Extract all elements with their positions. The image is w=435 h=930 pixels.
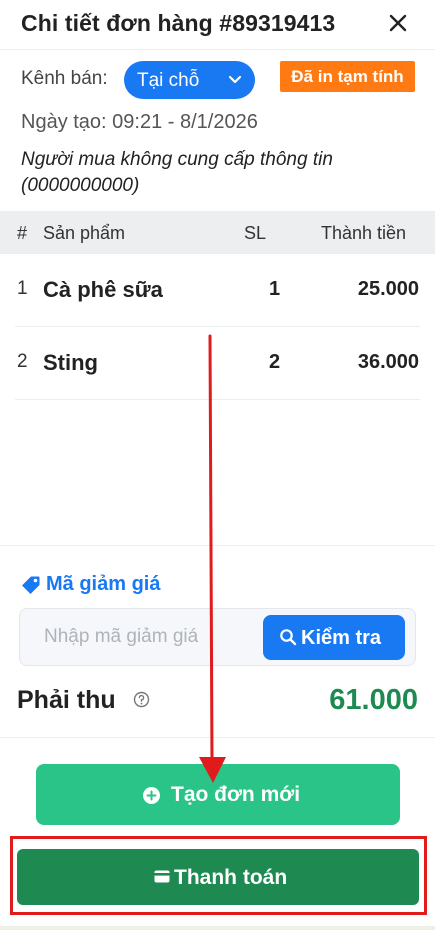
check-discount-label: Kiểm tra (301, 627, 382, 649)
header: Chi tiết đơn hàng #89319413 (0, 0, 435, 50)
column-index: # (17, 223, 28, 243)
card-icon (154, 870, 170, 883)
tag-icon (22, 576, 40, 594)
discount-box: Kiểm tra (19, 608, 416, 666)
help-icon[interactable] (133, 691, 150, 708)
discount-label-text: Mã giảm giá (46, 573, 161, 595)
column-total: Thành tiền (321, 223, 407, 243)
discount-code-input[interactable] (32, 619, 257, 655)
divider (0, 737, 435, 738)
pay-button[interactable]: Thanh toán (17, 849, 419, 905)
row-product-name: Cà phê sữa (43, 277, 163, 302)
row-total: 36.000 (357, 351, 419, 373)
chevron-down-icon (228, 75, 242, 84)
row-index: 2 (17, 351, 28, 372)
divider (0, 545, 435, 546)
plus-circle-icon (143, 787, 160, 804)
bottom-edge (0, 926, 435, 930)
check-discount-button[interactable]: Kiểm tra (263, 615, 405, 660)
channel-label: Kênh bán: (21, 68, 108, 89)
table-header: # Sản phẩm SL Thành tiền (0, 211, 435, 254)
table-row[interactable]: 1 Cà phê sữa 1 25.000 (15, 254, 420, 327)
print-status-text: Đã in tạm tính (291, 67, 404, 86)
new-order-label: Tạo đơn mới (171, 783, 301, 806)
row-product-name: Sting (43, 350, 98, 375)
amount-due-label: Phải thu (17, 686, 116, 714)
print-status-badge: Đã in tạm tính (280, 61, 415, 92)
row-total: 25.000 (357, 278, 419, 300)
column-qty: SL (244, 223, 267, 243)
new-order-button[interactable]: Tạo đơn mới (36, 764, 400, 825)
table-row[interactable]: 2 Sting 2 36.000 (15, 327, 420, 400)
channel-select-value: Tại chỗ (137, 70, 200, 91)
pay-label: Thanh toán (174, 866, 288, 889)
buyer-info: Người mua không cung cấp thông tin (0000… (21, 149, 333, 196)
column-product: Sản phẩm (43, 223, 126, 243)
created-date: Ngày tạo: 09:21 - 8/1/2026 (21, 111, 258, 133)
row-qty: 1 (269, 278, 281, 300)
channel-select[interactable]: Tại chỗ (124, 61, 255, 99)
row-qty: 2 (269, 351, 281, 373)
close-icon[interactable] (385, 10, 411, 36)
search-icon (280, 629, 297, 646)
page-title: Chi tiết đơn hàng #89319413 (21, 10, 336, 36)
row-index: 1 (17, 278, 28, 299)
amount-due-value: 61.000 (329, 684, 418, 716)
